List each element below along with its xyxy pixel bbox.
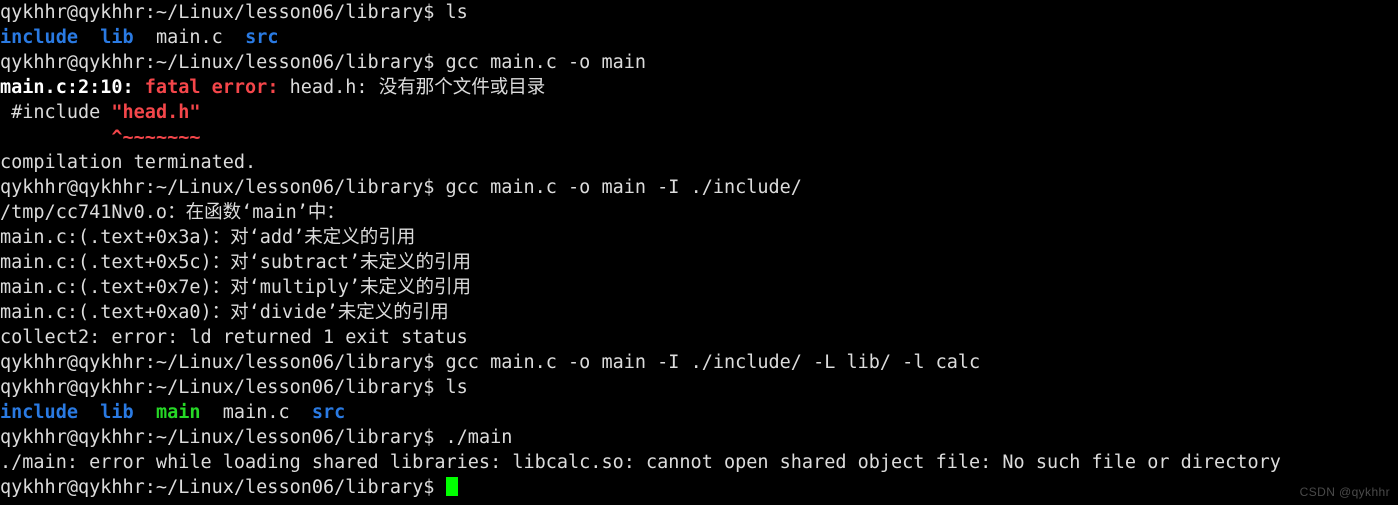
text-segment: main.c:2:10: (0, 77, 134, 98)
text-segment: main.c:(.text+0xa0)：对‘divide’未定义的引用 (0, 302, 449, 323)
text-segment: ./main: error while loading shared libra… (0, 452, 1281, 473)
text-segment (134, 27, 156, 48)
text-segment: #include (0, 102, 112, 123)
line-10-undef-add: main.c:(.text+0x3a)：对‘add’未定义的引用 (0, 225, 1398, 250)
text-segment: qykhhr@qykhhr:~/Linux/lesson06/library$ (0, 52, 446, 73)
line-8-prompt-gcc-include: qykhhr@qykhhr:~/Linux/lesson06/library$ … (0, 175, 1398, 200)
text-segment (223, 27, 245, 48)
text-segment: qykhhr@qykhhr:~/Linux/lesson06/library$ (0, 177, 446, 198)
text-segment: main.c (222, 402, 290, 423)
text-segment: src (245, 27, 279, 48)
line-16-prompt-ls-2: qykhhr@qykhhr:~/Linux/lesson06/library$ … (0, 375, 1398, 400)
line-13-undef-divide: main.c:(.text+0xa0)：对‘divide’未定义的引用 (0, 300, 1398, 325)
text-segment: src (311, 402, 346, 423)
line-1-prompt-ls: qykhhr@qykhhr:~/Linux/lesson06/library$ … (0, 0, 1398, 25)
text-segment: qykhhr@qykhhr:~/Linux/lesson06/library$ (0, 477, 446, 498)
line-2-ls-output: include lib main.c src (0, 25, 1398, 50)
text-segment: gcc main.c -o main -I ./include/ (445, 177, 802, 198)
text-segment: gcc main.c -o main (445, 52, 647, 73)
line-17-ls-output-2: include lib main main.c src (0, 400, 1398, 425)
line-20-final-prompt: qykhhr@qykhhr:~/Linux/lesson06/library$ (0, 475, 1398, 500)
text-segment: head.h: 没有那个文件或目录 (278, 77, 546, 98)
text-segment: include (0, 27, 78, 48)
text-segment: ./main (445, 427, 513, 448)
text-segment (134, 77, 145, 98)
text-segment: qykhhr@qykhhr:~/Linux/lesson06/library$ (0, 352, 446, 373)
text-segment: collect2: error: ld returned 1 exit stat… (0, 327, 468, 348)
line-12-undef-multiply: main.c:(.text+0x7e)：对‘multiply’未定义的引用 (0, 275, 1398, 300)
line-18-prompt-run-main: qykhhr@qykhhr:~/Linux/lesson06/library$ … (0, 425, 1398, 450)
text-segment: main.c (155, 27, 223, 48)
text-segment: main (155, 402, 201, 423)
text-segment (78, 27, 100, 48)
text-segment: qykhhr@qykhhr:~/Linux/lesson06/library$ (0, 377, 446, 398)
line-3-prompt-gcc: qykhhr@qykhhr:~/Linux/lesson06/library$ … (0, 50, 1398, 75)
line-15-prompt-gcc-full: qykhhr@qykhhr:~/Linux/lesson06/library$ … (0, 350, 1398, 375)
text-segment: lib (100, 27, 134, 48)
text-segment: main.c:(.text+0x5c)：对‘subtract’未定义的引用 (0, 252, 472, 273)
text-segment: lib (100, 402, 134, 423)
text-segment: include (0, 402, 78, 423)
line-19-shared-lib-error: ./main: error while loading shared libra… (0, 450, 1398, 475)
text-segment: main.c:(.text+0x3a)：对‘add’未定义的引用 (0, 227, 416, 248)
text-segment (201, 402, 223, 423)
line-9-tmp-object: /tmp/cc741Nv0.o：在函数‘main’中： (0, 200, 1398, 225)
text-segment: qykhhr@qykhhr:~/Linux/lesson06/library$ (0, 2, 446, 23)
csdn-watermark: CSDN @qykhhr (1299, 485, 1390, 499)
terminal-cursor (445, 477, 458, 496)
line-4-fatal-error: main.c:2:10: fatal error: head.h: 没有那个文件… (0, 75, 1398, 100)
text-segment: ls (445, 2, 468, 23)
text-segment: fatal error: (144, 77, 279, 98)
line-7-compilation-terminated: compilation terminated. (0, 150, 1398, 175)
text-segment: /tmp/cc741Nv0.o：在函数‘main’中： (0, 202, 345, 223)
line-6-caret-marker: ^~~~~~~~ (0, 125, 1398, 150)
text-segment: "head.h" (111, 102, 201, 123)
text-segment: ls (445, 377, 468, 398)
line-14-collect2: collect2: error: ld returned 1 exit stat… (0, 325, 1398, 350)
text-segment (0, 127, 111, 148)
text-segment: main.c:(.text+0x7e)：对‘multiply’未定义的引用 (0, 277, 472, 298)
text-segment: compilation terminated. (0, 152, 257, 173)
text-segment (290, 402, 312, 423)
terminal-window[interactable]: qykhhr@qykhhr:~/Linux/lesson06/library$ … (0, 0, 1398, 505)
text-segment (134, 402, 156, 423)
line-5-include-source: #include "head.h" (0, 100, 1398, 125)
text-segment: qykhhr@qykhhr:~/Linux/lesson06/library$ (0, 427, 446, 448)
line-11-undef-subtract: main.c:(.text+0x5c)：对‘subtract’未定义的引用 (0, 250, 1398, 275)
text-segment: ^~~~~~~~ (111, 127, 201, 148)
text-segment (78, 402, 100, 423)
terminal-output: qykhhr@qykhhr:~/Linux/lesson06/library$ … (0, 0, 1398, 500)
text-segment: gcc main.c -o main -I ./include/ -L lib/… (445, 352, 981, 373)
